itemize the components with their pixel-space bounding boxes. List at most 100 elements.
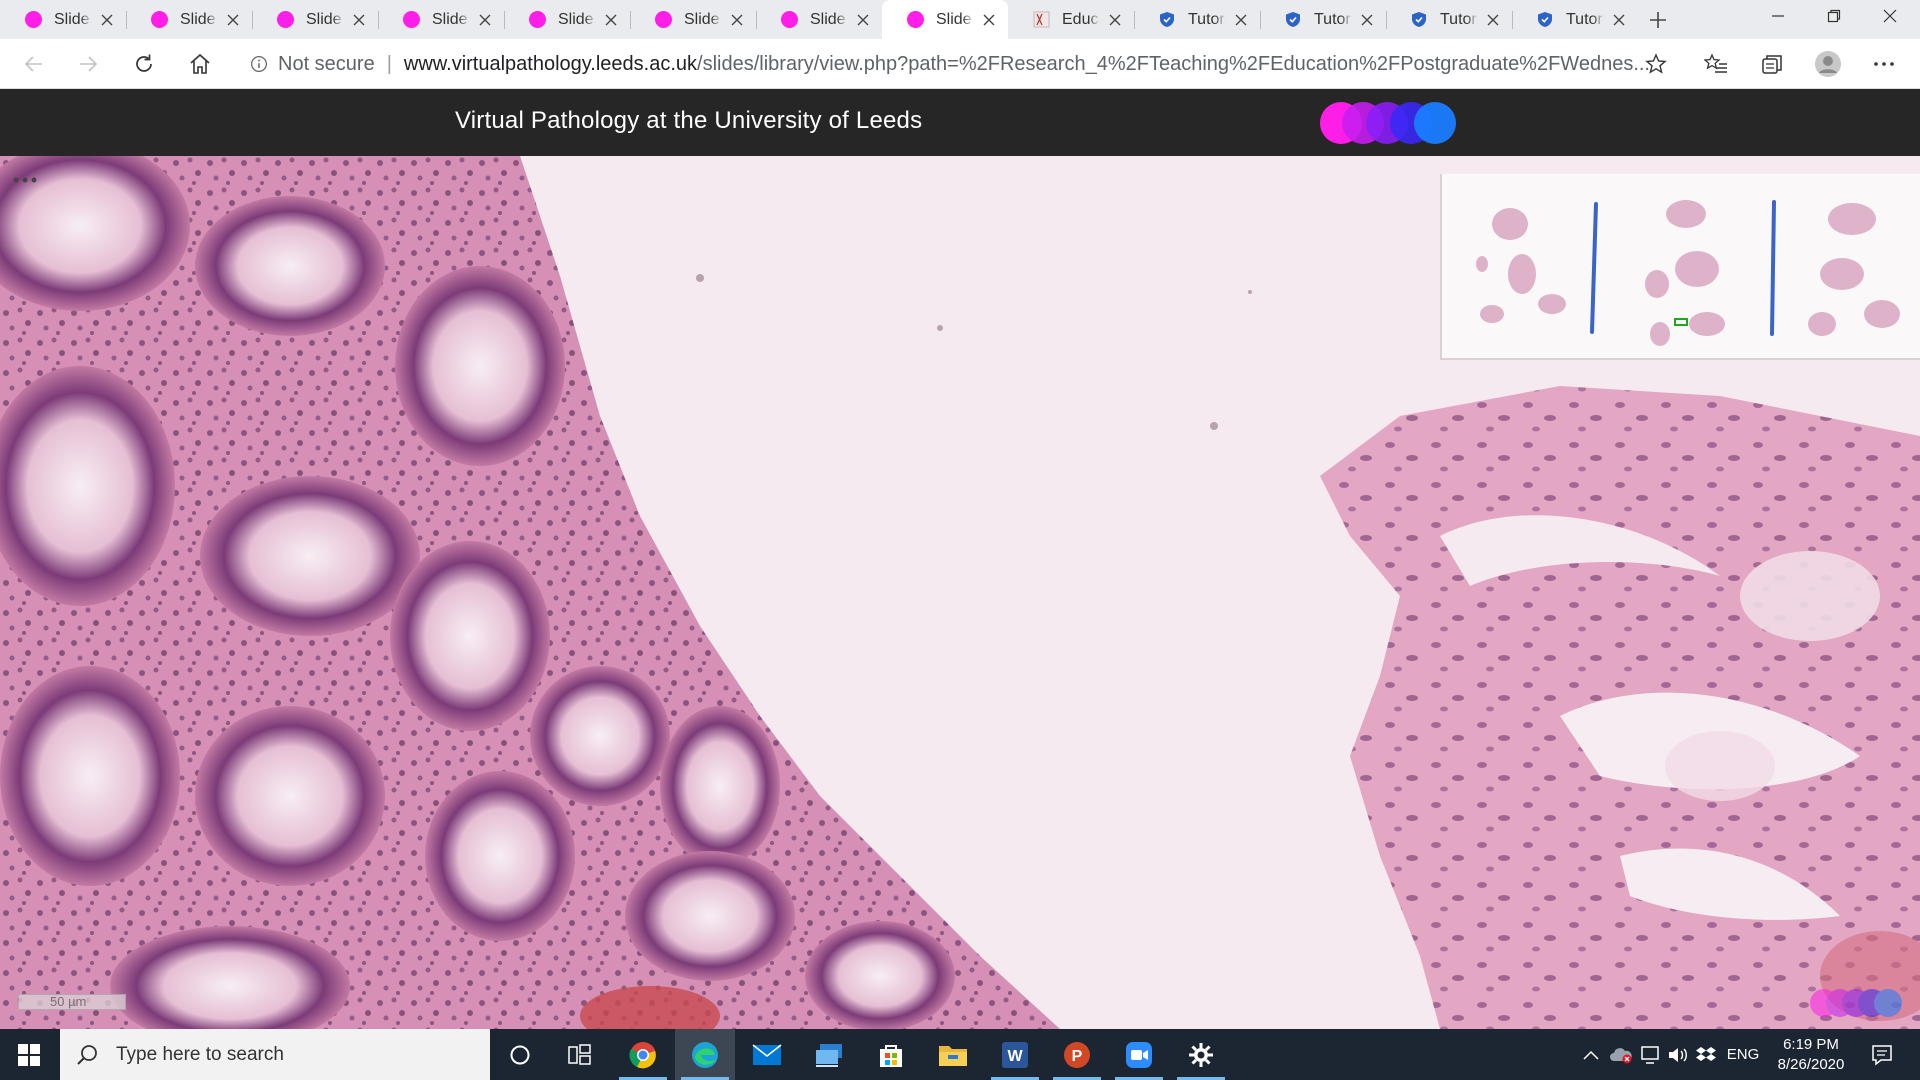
forward-button[interactable]	[72, 48, 104, 80]
file-explorer-button[interactable]	[923, 1029, 983, 1080]
powerpoint-button[interactable]: P	[1047, 1029, 1107, 1080]
tab-title: Education	[1062, 10, 1100, 28]
browser-tab[interactable]: Slide Viewer	[126, 0, 252, 39]
tab-title: Slide Viewer	[54, 10, 92, 28]
action-center-button[interactable]	[1862, 1029, 1902, 1080]
close-tab-icon[interactable]	[1358, 11, 1376, 29]
close-tab-icon[interactable]	[980, 11, 998, 29]
tab-title: Slide Viewer	[810, 10, 848, 28]
browser-tab[interactable]: Slide Viewer	[0, 0, 126, 39]
taskbar: Type here to search W P ENG 6:19 PM 8/26…	[0, 1029, 1920, 1080]
close-tab-icon[interactable]	[854, 11, 872, 29]
zoom-icon	[1126, 1041, 1152, 1068]
browser-tab[interactable]: Tutorial	[1260, 0, 1386, 39]
browser-tab[interactable]: Education	[1008, 0, 1134, 39]
powerpoint-icon: P	[1064, 1041, 1090, 1068]
cortana-button[interactable]	[490, 1029, 550, 1080]
viewer-menu-button[interactable]	[10, 170, 40, 190]
address-bar[interactable]: Not secure | www.virtualpathology.leeds.…	[250, 48, 1650, 80]
home-icon	[190, 53, 210, 74]
restore-button[interactable]	[1806, 0, 1862, 32]
show-hidden-icons-button[interactable]	[1578, 1029, 1604, 1080]
mail-button[interactable]	[737, 1029, 797, 1080]
language-indicator[interactable]: ENG	[1722, 1029, 1764, 1080]
taskbar-search-box[interactable]: Type here to search	[60, 1029, 490, 1080]
collections-button[interactable]	[1756, 48, 1788, 80]
chrome-button[interactable]	[613, 1029, 673, 1080]
close-tab-icon[interactable]	[1232, 11, 1250, 29]
profile-button[interactable]	[1812, 48, 1844, 80]
scale-bar: 50 µm	[18, 994, 126, 1010]
close-tab-icon[interactable]	[98, 11, 116, 29]
browser-tab[interactable]: Slide Viewer	[630, 0, 756, 39]
browser-toolbar: Not secure | www.virtualpathology.leeds.…	[0, 39, 1920, 89]
windows-icon	[18, 1043, 40, 1066]
shield-icon	[1158, 11, 1176, 29]
close-tab-icon[interactable]	[224, 11, 242, 29]
word-button[interactable]: W	[985, 1029, 1045, 1080]
close-tab-icon[interactable]	[1484, 11, 1502, 29]
store-button[interactable]	[861, 1029, 921, 1080]
onedrive-tray-icon[interactable]	[1606, 1029, 1636, 1080]
browser-tab[interactable]: Slide Viewer	[504, 0, 630, 39]
slide-overview-map[interactable]	[1440, 174, 1920, 360]
refresh-icon	[136, 54, 152, 72]
security-label[interactable]: Not secure	[278, 53, 375, 76]
close-window-button[interactable]	[1862, 0, 1918, 32]
shield-icon	[1410, 11, 1428, 29]
notification-icon	[1872, 1044, 1892, 1066]
tab-title: Tutorial	[1188, 10, 1226, 28]
slide-favicon-icon	[906, 11, 924, 29]
browser-tab-active[interactable]: Slide Viewer	[882, 0, 1008, 39]
edge-button[interactable]	[675, 1029, 735, 1080]
refresh-button[interactable]	[128, 48, 160, 80]
svg-text:W: W	[1007, 1048, 1023, 1065]
avatar-icon	[1815, 51, 1841, 77]
speaker-icon	[1669, 1047, 1687, 1062]
cortana-icon	[510, 1045, 530, 1064]
home-button[interactable]	[184, 48, 216, 80]
browser-tab[interactable]: Tutorial	[1386, 0, 1512, 39]
tab-title: Tutorial	[1440, 10, 1478, 28]
close-tab-icon[interactable]	[1610, 11, 1628, 29]
close-tab-icon[interactable]	[476, 11, 494, 29]
back-button[interactable]	[18, 48, 50, 80]
browser-tab[interactable]: Slide Viewer	[756, 0, 882, 39]
close-tab-icon[interactable]	[728, 11, 746, 29]
settings-menu-button[interactable]	[1868, 48, 1900, 80]
browser-tab[interactable]: Tutorial	[1512, 0, 1638, 39]
settings-button[interactable]	[1171, 1029, 1231, 1080]
new-tab-button[interactable]	[1638, 0, 1678, 39]
site-logo	[1320, 102, 1460, 144]
url-path: /slides/library/view.php?path=%2FResearc…	[697, 52, 1650, 75]
clock[interactable]: 6:19 PM 8/26/2020	[1766, 1029, 1856, 1080]
volume-tray-icon[interactable]	[1664, 1029, 1692, 1080]
slide-favicon-icon	[150, 11, 168, 29]
close-tab-icon[interactable]	[1106, 11, 1124, 29]
favorite-button[interactable]	[1640, 48, 1672, 80]
start-button[interactable]	[0, 1029, 58, 1080]
dropbox-tray-icon[interactable]	[1692, 1029, 1720, 1080]
network-app-button[interactable]	[799, 1029, 859, 1080]
info-icon[interactable]	[250, 53, 268, 75]
shield-icon	[1284, 11, 1302, 29]
tab-title: Slide Viewer	[180, 10, 218, 28]
slide-viewer[interactable]: 50 µm	[0, 156, 1920, 1029]
close-tab-icon[interactable]	[602, 11, 620, 29]
tab-title: Slide Viewer	[432, 10, 470, 28]
plus-icon	[1650, 11, 1666, 28]
network-app-icon	[816, 1043, 842, 1067]
network-tray-icon[interactable]	[1636, 1029, 1664, 1080]
minimize-button[interactable]	[1750, 0, 1806, 32]
browser-tab[interactable]: Tutorial	[1134, 0, 1260, 39]
task-view-button[interactable]	[550, 1029, 610, 1080]
browser-tab[interactable]: Slide Viewer	[252, 0, 378, 39]
close-tab-icon[interactable]	[350, 11, 368, 29]
browser-tab[interactable]: Slide Viewer	[378, 0, 504, 39]
favorites-button[interactable]	[1700, 48, 1732, 80]
svg-text:P: P	[1072, 1048, 1083, 1065]
favorites-list-icon	[1704, 53, 1727, 73]
tab-title: Tutorial	[1566, 10, 1604, 28]
zoom-button[interactable]	[1109, 1029, 1169, 1080]
tab-title: Slide Viewer	[306, 10, 344, 28]
